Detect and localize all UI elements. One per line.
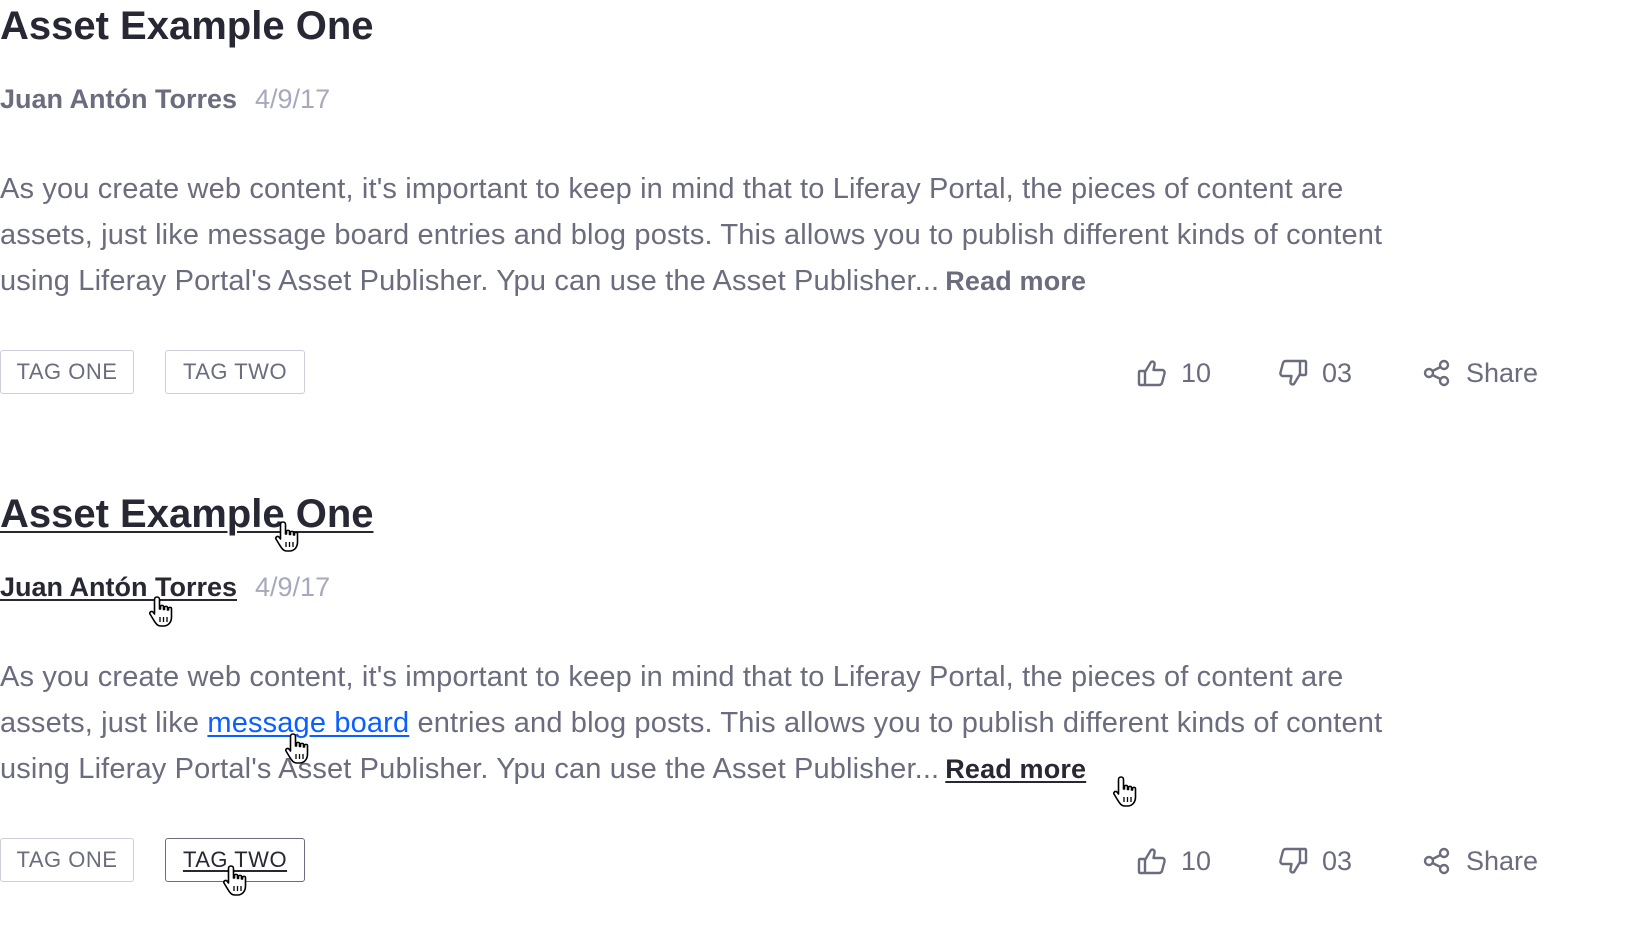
tag-one[interactable]: TAG ONE xyxy=(0,350,134,394)
like-button[interactable]: 10 xyxy=(1137,842,1211,880)
excerpt-line: As you create web content, it's importan… xyxy=(0,661,1344,693)
author-link[interactable]: Juan Antón Torres xyxy=(0,572,237,603)
thumbs-down-icon xyxy=(1278,358,1308,388)
excerpt-line: assets, just like message board entries … xyxy=(0,700,1560,746)
tag-two[interactable]: TAG TWO xyxy=(165,838,305,882)
message-board-link[interactable]: message board xyxy=(207,707,409,739)
excerpt-text: using Liferay Portal's Asset Publisher. … xyxy=(0,753,940,785)
share-button[interactable]: Share xyxy=(1422,842,1538,880)
excerpt-line: assets, just like message board entries … xyxy=(0,219,1383,251)
share-icon xyxy=(1422,846,1452,876)
asset-excerpt: As you create web content, it's importan… xyxy=(0,166,1560,304)
dislike-button[interactable]: 03 xyxy=(1278,842,1352,880)
publish-date: 4/9/17 xyxy=(255,83,331,114)
asset-footer: TAG ONE TAG TWO 10 03 Share xyxy=(0,350,1552,396)
asset-footer: TAG ONE TAG TWO 10 03 Share xyxy=(0,838,1552,884)
excerpt-text: entries and blog posts. This allows you … xyxy=(409,707,1383,739)
excerpt-text: assets, just like xyxy=(0,707,208,739)
like-button[interactable]: 10 xyxy=(1137,354,1211,392)
read-more-link[interactable]: Read more xyxy=(945,754,1086,784)
share-icon xyxy=(1422,358,1452,388)
read-more-link[interactable]: Read more xyxy=(945,266,1086,296)
author-link[interactable]: Juan Antón Torres xyxy=(0,84,237,115)
asset-title[interactable]: Asset Example One xyxy=(0,2,374,50)
thumbs-up-icon xyxy=(1137,358,1167,388)
like-count: 10 xyxy=(1181,357,1212,388)
excerpt-line: using Liferay Portal's Asset Publisher. … xyxy=(0,258,1560,304)
asset-title[interactable]: Asset Example One xyxy=(0,490,374,538)
dislike-count: 03 xyxy=(1322,357,1353,388)
asset-excerpt: As you create web content, it's importan… xyxy=(0,654,1560,792)
asset-meta: Juan Antón Torres 4/9/17 xyxy=(0,570,330,604)
excerpt-line: using Liferay Portal's Asset Publisher. … xyxy=(0,746,1560,792)
like-count: 10 xyxy=(1181,845,1212,876)
excerpt-text: using Liferay Portal's Asset Publisher. … xyxy=(0,265,940,297)
dislike-count: 03 xyxy=(1322,845,1353,876)
tag-one[interactable]: TAG ONE xyxy=(0,838,134,882)
excerpt-line: As you create web content, it's importan… xyxy=(0,173,1344,205)
tag-two[interactable]: TAG TWO xyxy=(165,350,305,394)
publish-date: 4/9/17 xyxy=(255,571,331,602)
dislike-button[interactable]: 03 xyxy=(1278,354,1352,392)
share-label: Share xyxy=(1466,845,1539,876)
thumbs-up-icon xyxy=(1137,846,1167,876)
share-label: Share xyxy=(1466,357,1539,388)
share-button[interactable]: Share xyxy=(1422,354,1538,392)
thumbs-down-icon xyxy=(1278,846,1308,876)
asset-meta: Juan Antón Torres 4/9/17 xyxy=(0,82,330,116)
